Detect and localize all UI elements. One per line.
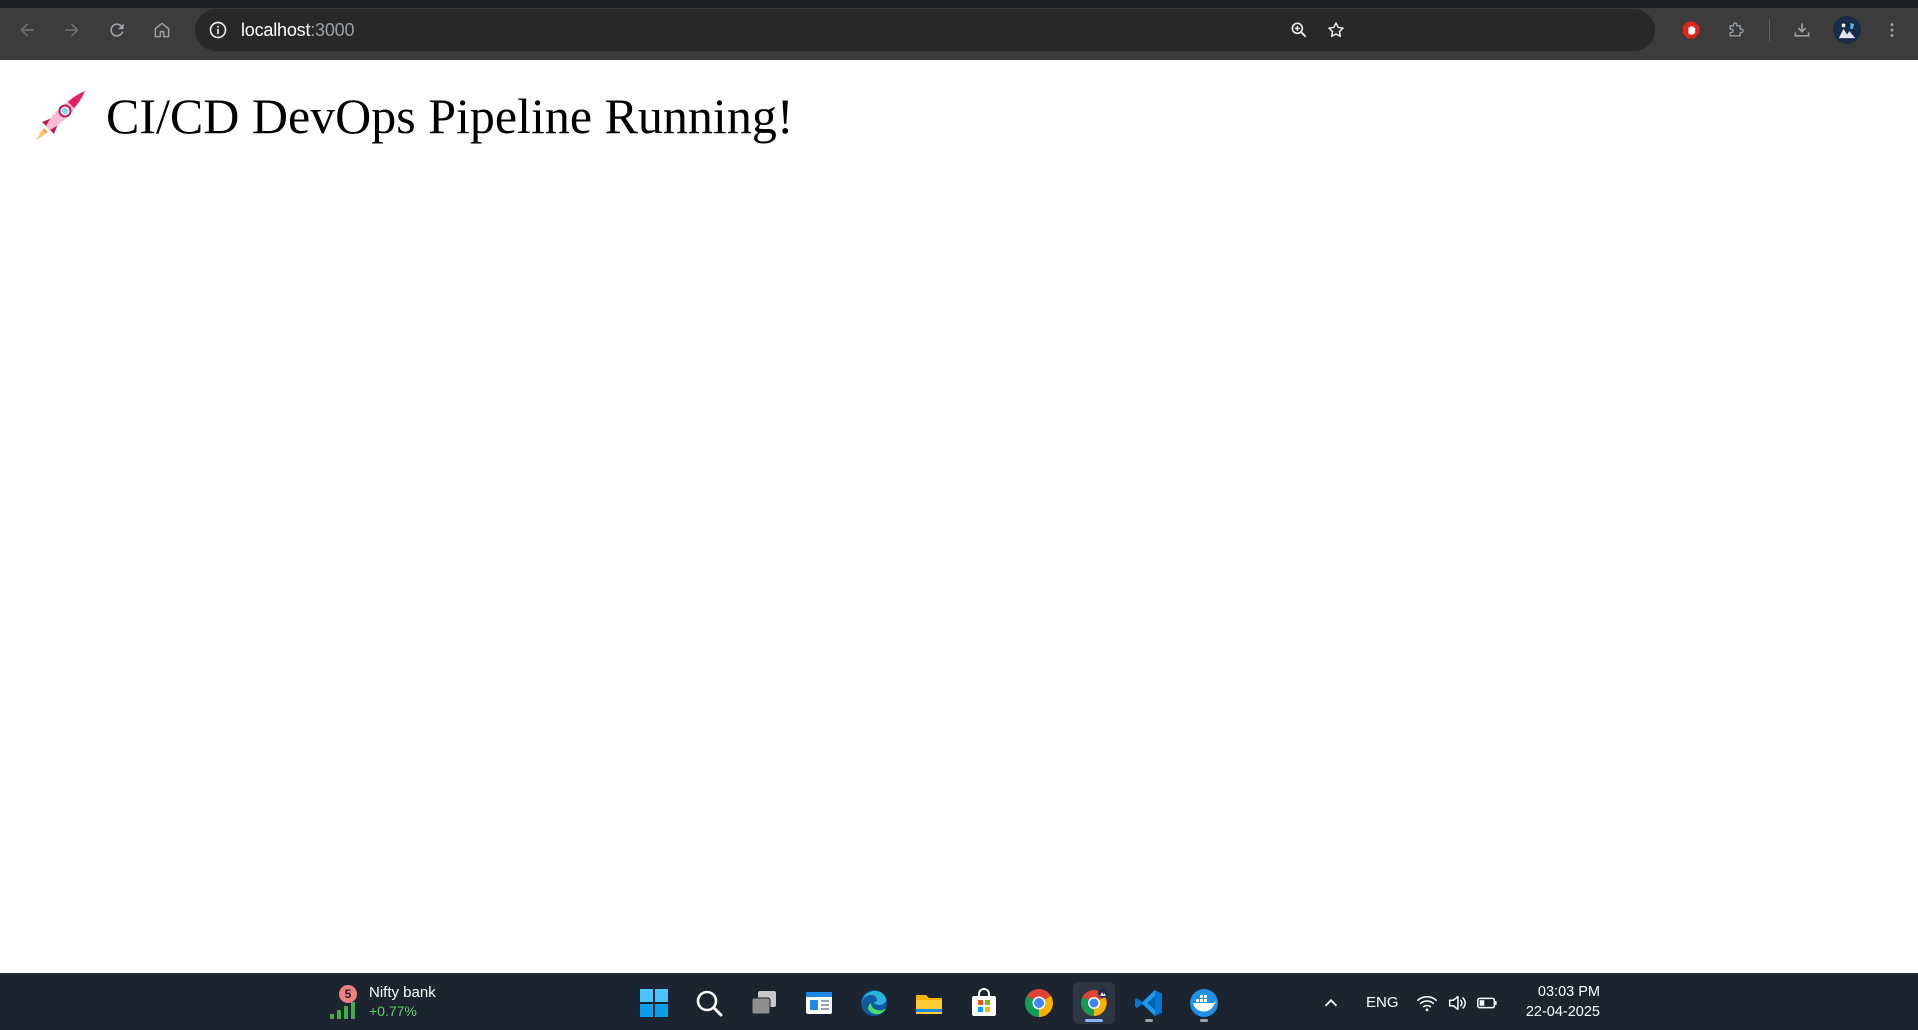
language-indicator[interactable]: ENG [1366, 974, 1399, 1030]
show-hidden-icons-button[interactable] [1320, 974, 1342, 1030]
download-icon [1794, 23, 1810, 37]
widget-value: +0.77% [369, 1003, 417, 1019]
bookmark-button[interactable] [1320, 14, 1352, 46]
arrow-right-icon [65, 23, 79, 37]
running-indicator [1200, 1019, 1208, 1022]
reload-button[interactable] [101, 14, 133, 46]
language-text: ENG [1366, 994, 1399, 1011]
address-bar[interactable]: localhost:3000 [195, 9, 1655, 51]
puzzle-icon [1729, 22, 1744, 37]
page-title-text: CI/CD DevOps Pipeline Running! [106, 88, 794, 144]
windows-start-button[interactable] [633, 982, 675, 1024]
extensions-button[interactable] [1720, 14, 1752, 46]
zoom-button[interactable] [1283, 14, 1315, 46]
browser-toolbar: localhost:3000 [0, 0, 1918, 60]
page-content: CI/CD DevOps Pipeline Running! [0, 60, 1918, 973]
search-icon [696, 990, 723, 1017]
volume-icon [1448, 995, 1466, 1010]
home-icon [154, 22, 170, 38]
search-button[interactable] [688, 982, 730, 1024]
docker-whale-icon [1190, 989, 1218, 1017]
clock-time: 03:03 PM [1537, 984, 1600, 1000]
news-icon [806, 992, 832, 1014]
reload-icon [110, 23, 124, 37]
widgets-news-button[interactable] [798, 982, 840, 1024]
zoom-in-icon [1291, 22, 1307, 38]
store-bag-icon [972, 988, 996, 1016]
battery-icon [1477, 997, 1497, 1008]
back-button[interactable] [11, 14, 43, 46]
url-text[interactable]: localhost:3000 [241, 20, 354, 41]
running-indicator [1085, 1019, 1103, 1022]
widgets-stock-ticker[interactable]: 5 Nifty bank +0.77% [303, 977, 503, 1027]
clock-date: 22-04-2025 [1525, 1004, 1600, 1020]
chevron-up-icon [1324, 998, 1338, 1006]
stock-chart-icon: 5 [329, 985, 363, 1019]
google-chrome-profile-button[interactable] [1073, 982, 1115, 1024]
star-icon [1328, 22, 1344, 38]
vscode-icon [1135, 990, 1162, 1016]
browser-menu-button[interactable] [1876, 14, 1908, 46]
rocket-icon [32, 88, 88, 144]
profile-button[interactable] [1831, 14, 1863, 46]
tab-strip-edge [0, 0, 1918, 8]
docker-desktop-button[interactable] [1183, 982, 1225, 1024]
info-icon[interactable] [205, 17, 231, 43]
chrome-icon [1025, 989, 1053, 1017]
task-view-icon [751, 991, 776, 1015]
arrow-left-icon [20, 23, 34, 37]
adblock-hand-icon [1682, 21, 1700, 39]
microsoft-store-button[interactable] [963, 982, 1005, 1024]
url-port: :3000 [310, 20, 355, 40]
page-title: CI/CD DevOps Pipeline Running! [32, 88, 793, 144]
google-chrome-button[interactable] [1018, 982, 1060, 1024]
windows-taskbar: 5 Nifty bank +0.77% ENG 03:03 PM 22-04-2… [0, 973, 1918, 1030]
visual-studio-code-button[interactable] [1128, 982, 1170, 1024]
wifi-icon [1417, 995, 1437, 1011]
quick-settings-button[interactable] [1416, 974, 1498, 1030]
toolbar-separator [1769, 19, 1770, 41]
system-clock[interactable]: 03:03 PM 22-04-2025 [1500, 982, 1600, 1022]
adblock-extension-button[interactable] [1675, 14, 1707, 46]
avatar-icon [1833, 16, 1861, 44]
forward-button[interactable] [56, 14, 88, 46]
windows-logo-icon [640, 989, 668, 1017]
file-explorer-button[interactable] [908, 982, 950, 1024]
chrome-profile-icon [1081, 988, 1108, 1016]
task-view-button[interactable] [743, 982, 785, 1024]
widget-title: Nifty bank [369, 984, 436, 1001]
home-button[interactable] [146, 14, 178, 46]
running-indicator [1145, 1019, 1153, 1022]
edge-icon [861, 990, 887, 1016]
microsoft-edge-button[interactable] [853, 982, 895, 1024]
url-host: localhost [241, 20, 311, 40]
downloads-button[interactable] [1786, 14, 1818, 46]
kebab-menu-icon [1890, 23, 1894, 37]
folder-icon [916, 995, 942, 1014]
